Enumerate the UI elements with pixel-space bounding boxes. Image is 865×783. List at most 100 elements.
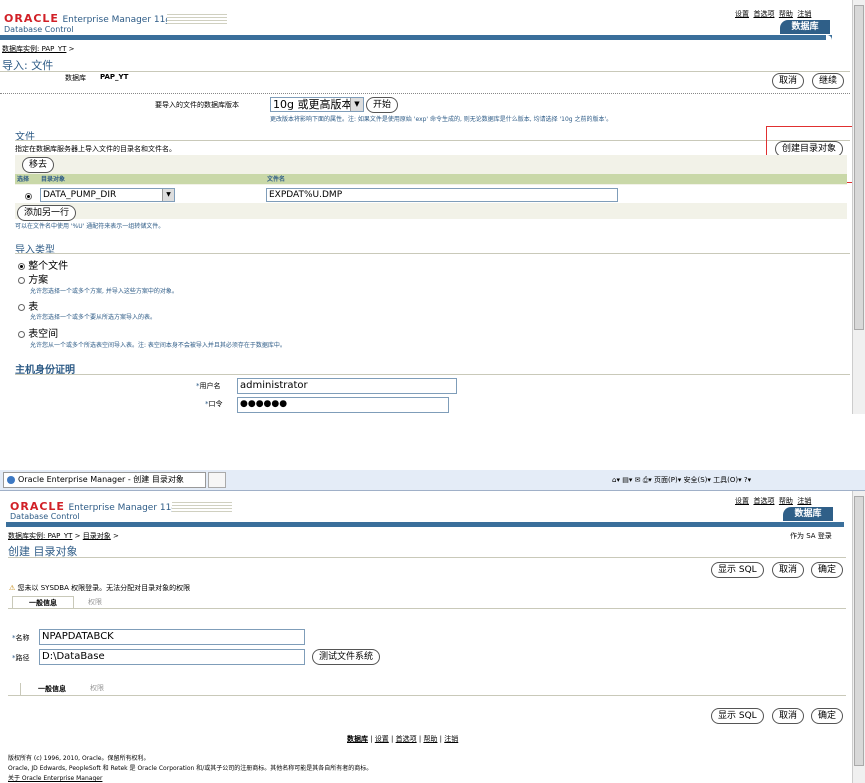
top-scrollbar-thumb[interactable] [854,5,864,330]
global-link-help-2[interactable]: 帮助 [779,497,793,505]
breadcrumb: 数据库实例: PAP_YT > [2,44,75,54]
ie-toolbar: ⌂▾ ▤▾ ✉ ⎙▾ 页面(P)▾ 安全(S)▾ 工具(O)▾ ?▾ [612,476,752,484]
import-type-schema-label: 方案 [28,275,49,286]
col-dir: 目录对象 [41,176,66,183]
about-link[interactable]: 关于 Oracle Enterprise Manager [8,773,102,782]
top-window: ORACLE Enterprise Manager 11g Database C… [0,0,865,414]
global-link-setup[interactable]: 设置 [735,10,749,18]
version-label: 要导入的文件的数据库版本 [155,101,239,109]
continue-button[interactable]: 继续 [812,73,845,89]
ie-page-icon [7,476,15,484]
home-icon[interactable]: ⌂▾ [612,476,620,484]
tab-general-bottom[interactable]: 一般信息 [20,683,83,695]
cancel-button-2[interactable]: 取消 [772,562,805,578]
filename-input[interactable]: EXPDAT%U.DMP [266,188,618,202]
tab-privileges[interactable]: 权限 [88,597,102,607]
tab-general[interactable]: 一般信息 [12,596,74,608]
database-tab[interactable]: 数据库 [780,20,830,34]
radio-full[interactable] [18,262,25,270]
tab-strip [8,596,846,609]
divider-dotted [0,93,850,94]
global-link-help[interactable]: 帮助 [779,10,793,18]
row-select-radio[interactable] [25,192,32,200]
global-link-prefs[interactable]: 首选项 [753,10,774,18]
cancel-button[interactable]: 取消 [772,73,805,89]
remove-button[interactable]: 移去 [22,157,55,173]
username-label-text: 用户名 [199,382,221,390]
footer-link-logout[interactable]: 注销 [444,735,458,743]
header-bar [0,35,832,40]
import-type-tablespace-label: 表空间 [28,329,59,340]
help-icon[interactable]: ?▾ [744,476,751,484]
version-select[interactable]: 10g 或更高版本 ▼ [270,97,364,112]
breadcrumb-sep-2b: > [113,532,119,540]
password-label: *口令 [205,400,223,408]
logo-em-text-2: Enterprise Manager 11 [68,503,172,513]
footer-link-setup[interactable]: 设置 [375,735,389,743]
import-type-table[interactable]: 表 [18,298,38,313]
cancel-button-bottom[interactable]: 取消 [772,708,805,724]
radio-table[interactable] [18,303,25,311]
bottom-window: Oracle Enterprise Manager - 创建 目录对象 ⌂▾ ▤… [0,470,865,783]
add-row-button[interactable]: 添加另一行 [17,205,77,221]
logo-db-control: Database Control [4,25,74,34]
ie-new-tab[interactable] [208,472,226,488]
database-tab-2[interactable]: 数据库 [783,507,833,521]
chevron-down-icon[interactable]: ▼ [350,98,363,111]
show-sql-button[interactable]: 显示 SQL [711,562,764,578]
bottom-scrollbar-thumb[interactable] [854,496,864,766]
col-select: 选择 [17,176,30,183]
host-cred-line [15,374,850,375]
global-link-prefs-2[interactable]: 首选项 [753,497,774,505]
name-input[interactable]: NPAPDATABCK [39,629,305,645]
path-input[interactable]: D:\DataBase [39,649,305,665]
global-link-setup-2[interactable]: 设置 [735,497,749,505]
import-type-schema[interactable]: 方案 [18,271,48,286]
import-type-line [15,253,850,254]
ok-button-bottom[interactable]: 确定 [811,708,844,724]
password-input[interactable]: ●●●●●● [237,397,449,413]
files-section-line [15,140,850,141]
ie-tab-title: Oracle Enterprise Manager - 创建 目录对象 [18,475,184,484]
files-desc: 指定在数据库服务器上导入文件的目录名和文件名。 [15,145,176,153]
chevron-down-icon[interactable]: ▼ [162,189,174,201]
footer-link-prefs[interactable]: 首选项 [396,735,417,743]
ie-menu-tools[interactable]: 工具(O) [713,476,738,484]
username-label: *用户名 [196,382,221,390]
radio-schema[interactable] [18,276,25,284]
ie-menu-page[interactable]: 页面(P) [654,476,678,484]
breadcrumb-db-instance-2[interactable]: 数据库实例: PAP_YT [8,532,72,540]
global-link-logout[interactable]: 注销 [797,10,811,18]
username-input[interactable]: administrator [237,378,457,394]
import-type-full[interactable]: 整个文件 [18,257,68,272]
global-link-logout-2[interactable]: 注销 [797,497,811,505]
radio-tablespace[interactable] [18,330,25,338]
db-label: 数据库 [65,74,86,82]
footer-link-help[interactable]: 帮助 [423,735,437,743]
logged-as: 作为 SA 登录 [790,532,832,540]
go-button[interactable]: 开始 [366,97,399,113]
logo-stripes [167,14,227,24]
breadcrumb-db-instance[interactable]: 数据库实例: PAP_YT [2,45,66,53]
breadcrumb-dir-objects[interactable]: 目录对象 [83,532,111,540]
col-filename: 文件名 [267,176,286,183]
import-type-tablespace[interactable]: 表空间 [18,325,58,340]
ie-tab[interactable]: Oracle Enterprise Manager - 创建 目录对象 [3,472,206,488]
feeds-icon[interactable]: ▤▾ [622,476,632,484]
ok-button[interactable]: 确定 [811,562,844,578]
trademark: Oracle, JD Edwards, PeopleSoft 和 Retek 是… [8,765,373,772]
breadcrumb-sep-2a: > [74,532,81,540]
mail-icon[interactable]: ✉ [635,476,641,484]
warning-text: 您未以 SYSDBA 权限登录。无法分配对目录对象的权限 [17,584,191,592]
logo-oracle-text: ORACLE [4,12,59,25]
version-hint: 更改版本将影响下面的属性。注: 如果文件是使用原始 'exp' 命令生成的, 则… [270,116,613,123]
path-label-text: 路径 [15,654,30,662]
title-underline-2 [8,557,846,558]
dir-select[interactable]: DATA_PUMP_DIR ▼ [40,188,175,202]
footer-link-db[interactable]: 数据库 [347,735,368,743]
tab-privileges-bottom[interactable]: 权限 [90,683,104,693]
print-icon[interactable]: ⎙▾ [643,476,652,484]
test-filesystem-button[interactable]: 测试文件系统 [312,649,381,665]
show-sql-button-bottom[interactable]: 显示 SQL [711,708,764,724]
ie-menu-safety[interactable]: 安全(S) [683,476,707,484]
